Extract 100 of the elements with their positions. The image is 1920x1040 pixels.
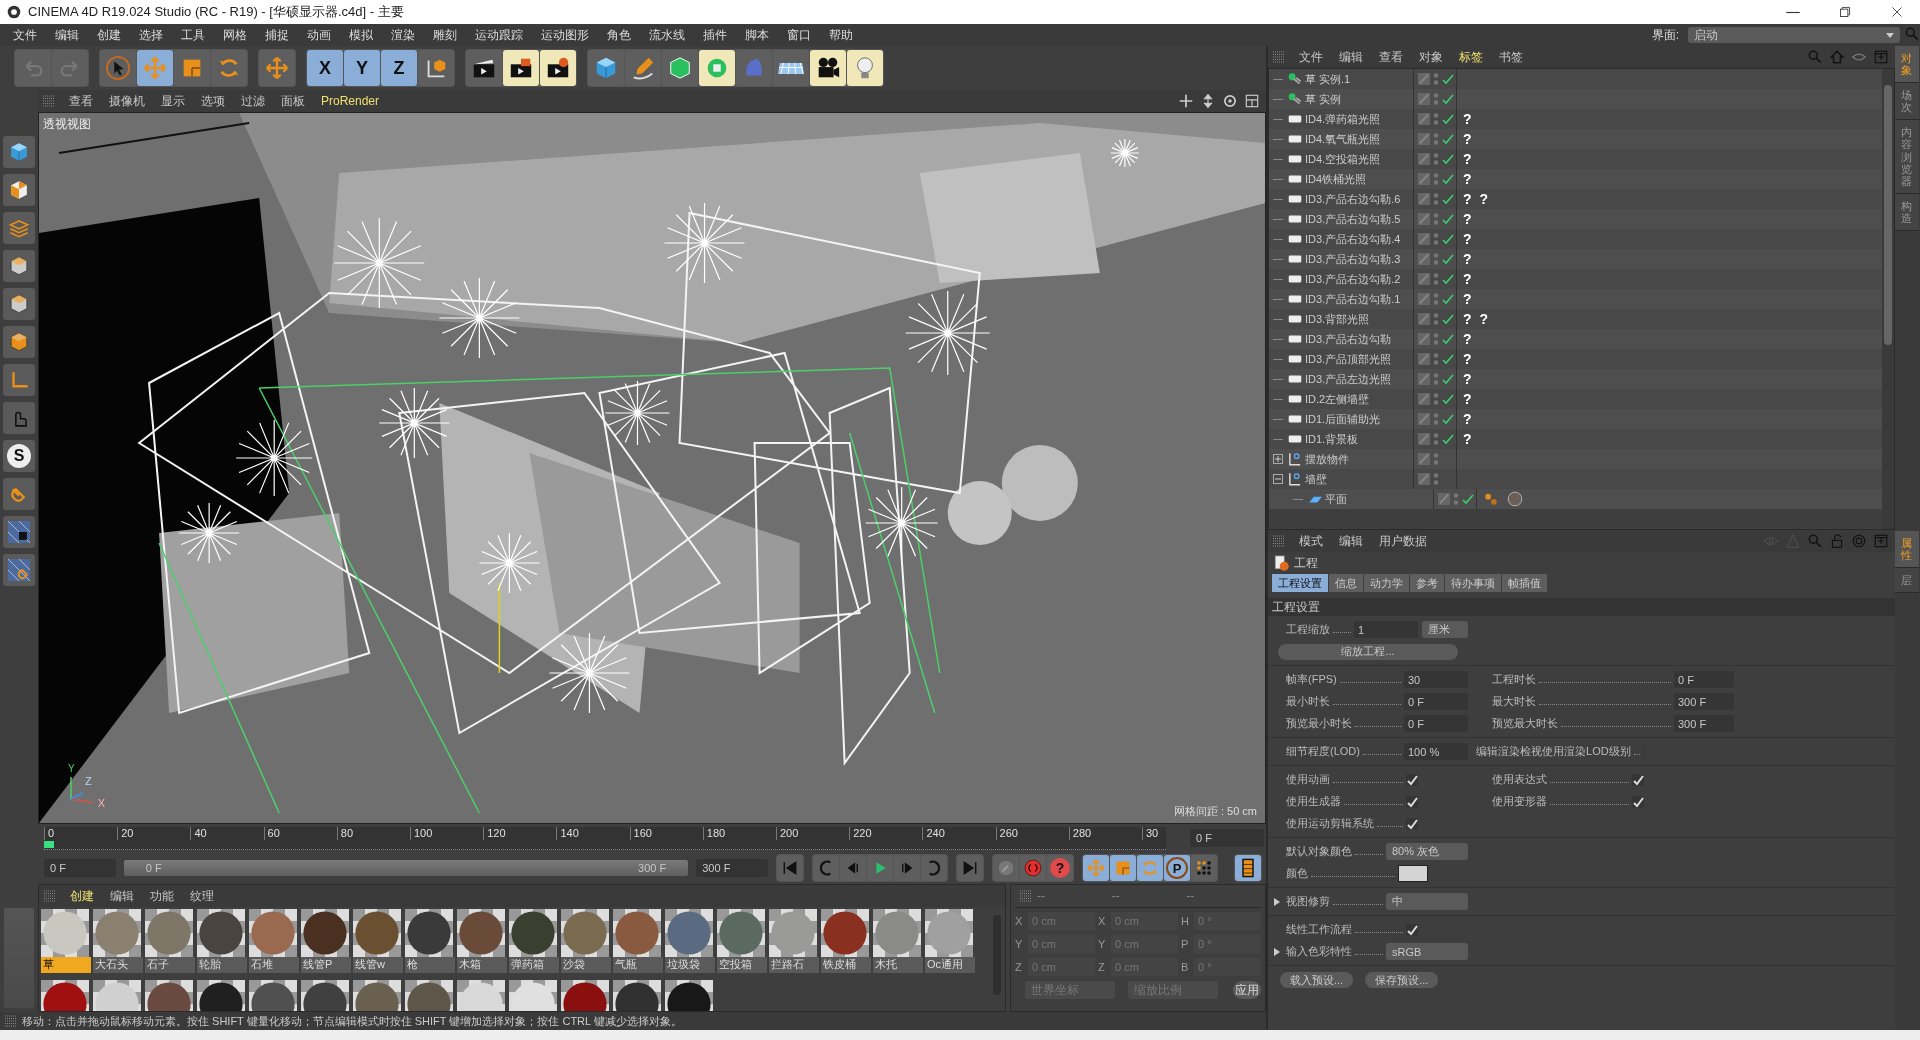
layer-icon[interactable] [1418, 353, 1430, 365]
visibility-dots-icon[interactable] [1433, 272, 1439, 286]
side-tab[interactable]: 场次 [1895, 83, 1920, 121]
object-name[interactable]: 墙壁 [1305, 471, 1327, 487]
layer-icon[interactable] [1418, 113, 1430, 125]
object-menu-item[interactable]: 书签 [1492, 48, 1530, 66]
object-menu-item[interactable]: 查看 [1372, 48, 1410, 66]
render-view-button[interactable] [466, 50, 502, 86]
number-field[interactable]: 300 F [1674, 715, 1734, 732]
visibility-dots-icon[interactable] [1433, 92, 1439, 106]
object-menu-item[interactable]: 文件 [1292, 48, 1330, 66]
subdivision-cube-tool-button[interactable] [662, 50, 698, 86]
tag-icon[interactable]: ? [1463, 131, 1472, 147]
material-name[interactable]: 线管P [301, 957, 351, 973]
layer-icon[interactable] [1418, 373, 1430, 385]
object-name[interactable]: ID3.产品左边光照 [1305, 371, 1392, 387]
layer-icon[interactable] [1418, 393, 1430, 405]
layers-mode-button[interactable] [3, 212, 35, 244]
layer-icon[interactable] [1418, 473, 1430, 485]
object-name[interactable]: ID3.产品右边勾勒.2 [1305, 271, 1401, 287]
lock-mode-button[interactable] [3, 516, 35, 548]
visibility-dots-icon[interactable] [1433, 112, 1439, 126]
previous-key-button[interactable] [813, 855, 839, 881]
checkmark-icon[interactable] [1442, 413, 1454, 425]
viewport-menu-item[interactable]: 过滤 [234, 92, 272, 110]
object-name[interactable]: ID4.弹药箱光照 [1305, 111, 1381, 127]
visibility-dots-icon[interactable] [1433, 392, 1439, 406]
visibility-dots-icon[interactable] [1433, 212, 1439, 226]
next-key-button[interactable] [921, 855, 947, 881]
end-frame-field[interactable]: 300 F [696, 859, 768, 877]
material-name[interactable]: 沙袋 [561, 957, 611, 973]
3d-viewport[interactable]: 透视视图 网格间距 : 50 cm Y X Z [38, 112, 1266, 824]
menu-item[interactable]: 捕捉 [256, 26, 298, 44]
menu-item[interactable]: 渲染 [382, 26, 424, 44]
material-name[interactable]: 拦路石 [769, 957, 819, 973]
visibility-dots-icon[interactable] [1433, 252, 1439, 266]
layer-icon[interactable] [1438, 493, 1450, 505]
side-tab[interactable]: 构造 [1895, 193, 1920, 232]
menu-item[interactable]: 创建 [88, 26, 130, 44]
checkmark-icon[interactable] [1442, 93, 1454, 105]
tag-icon[interactable]: ? [1463, 191, 1472, 207]
number-field[interactable]: 300 F [1674, 693, 1734, 710]
tag-icon[interactable]: ? [1479, 191, 1489, 207]
color-swatch[interactable] [1398, 865, 1428, 882]
dropdown[interactable]: sRGB [1386, 943, 1468, 960]
material-name[interactable]: 枪 [405, 957, 455, 973]
autokey-button[interactable]: ? [1047, 855, 1073, 881]
side-tab[interactable]: 内容浏览器 [1895, 120, 1920, 194]
object-name[interactable]: 摆放物件 [1305, 451, 1349, 467]
tag-icon[interactable]: ? [1463, 391, 1472, 407]
object-name[interactable]: ID3.产品右边勾勒.6 [1305, 191, 1401, 207]
solo-button[interactable]: S [3, 440, 35, 472]
visibility-dots-icon[interactable] [1453, 492, 1459, 506]
material-name[interactable]: 垃圾袋 [665, 957, 715, 973]
material-name[interactable]: 木箱 [457, 957, 507, 973]
move-tool-button[interactable] [259, 50, 295, 86]
attribute-menu-item[interactable]: 模式 [1292, 532, 1330, 550]
tag-icon[interactable]: ? [1463, 411, 1472, 427]
checkmark-icon[interactable] [1442, 373, 1454, 385]
material-menu-item[interactable]: 编辑 [103, 887, 141, 905]
cloner-tool-button[interactable] [699, 50, 735, 86]
tag-icon[interactable]: ? [1463, 351, 1472, 367]
menu-item[interactable]: 网格 [214, 26, 256, 44]
tag-icon[interactable]: ? [1463, 331, 1472, 347]
menu-item[interactable]: 插件 [694, 26, 736, 44]
number-field[interactable]: 0 F [1404, 693, 1468, 710]
visibility-dots-icon[interactable] [1433, 312, 1439, 326]
tag-icon[interactable]: ? [1463, 211, 1472, 227]
render-settings-button[interactable] [540, 50, 576, 86]
object-menu-item[interactable]: 标签 [1452, 48, 1490, 66]
scale-project-button[interactable]: 缩放工程... [1278, 643, 1458, 660]
menu-item[interactable]: 脚本 [736, 26, 778, 44]
layer-icon[interactable] [1418, 73, 1430, 85]
tag-icon[interactable]: ? [1463, 371, 1472, 387]
number-field[interactable]: 0 F [1674, 671, 1734, 688]
viewport-menu-item[interactable]: 面板 [274, 92, 312, 110]
viewport-menu-item[interactable]: 查看 [62, 92, 100, 110]
previous-frame-button[interactable] [840, 855, 866, 881]
object-name[interactable]: ID1.背景板 [1305, 431, 1359, 447]
tag-icon[interactable]: ? [1463, 251, 1472, 267]
start-frame-field[interactable]: 0 F [44, 859, 116, 877]
tag-icon[interactable]: ? [1463, 111, 1472, 127]
tag-icon[interactable]: ? [1463, 231, 1472, 247]
checkbox[interactable] [1406, 773, 1418, 786]
attribute-tab[interactable]: 待办事项 [1445, 574, 1501, 592]
checkmark-icon[interactable] [1442, 253, 1454, 265]
visibility-dots-icon[interactable] [1433, 72, 1439, 86]
viewport-menu-item[interactable]: ProRender [314, 94, 387, 108]
checkmark-icon[interactable] [1442, 213, 1454, 225]
cube-tool-button[interactable] [588, 50, 624, 86]
material-name[interactable]: 线管w [353, 957, 403, 973]
visibility-dots-icon[interactable] [1433, 452, 1439, 466]
menu-item[interactable]: 运动跟踪 [466, 26, 532, 44]
dropdown[interactable]: 80% 灰色 [1386, 843, 1468, 860]
side-tab[interactable]: 对象 [1895, 46, 1920, 84]
select-tool-button[interactable] [100, 50, 136, 86]
checkmark-icon[interactable] [1442, 113, 1454, 125]
side-tab[interactable]: 属性 [1895, 531, 1920, 569]
number-field[interactable]: 30 [1404, 671, 1468, 688]
checker-mode-button[interactable] [3, 174, 35, 206]
